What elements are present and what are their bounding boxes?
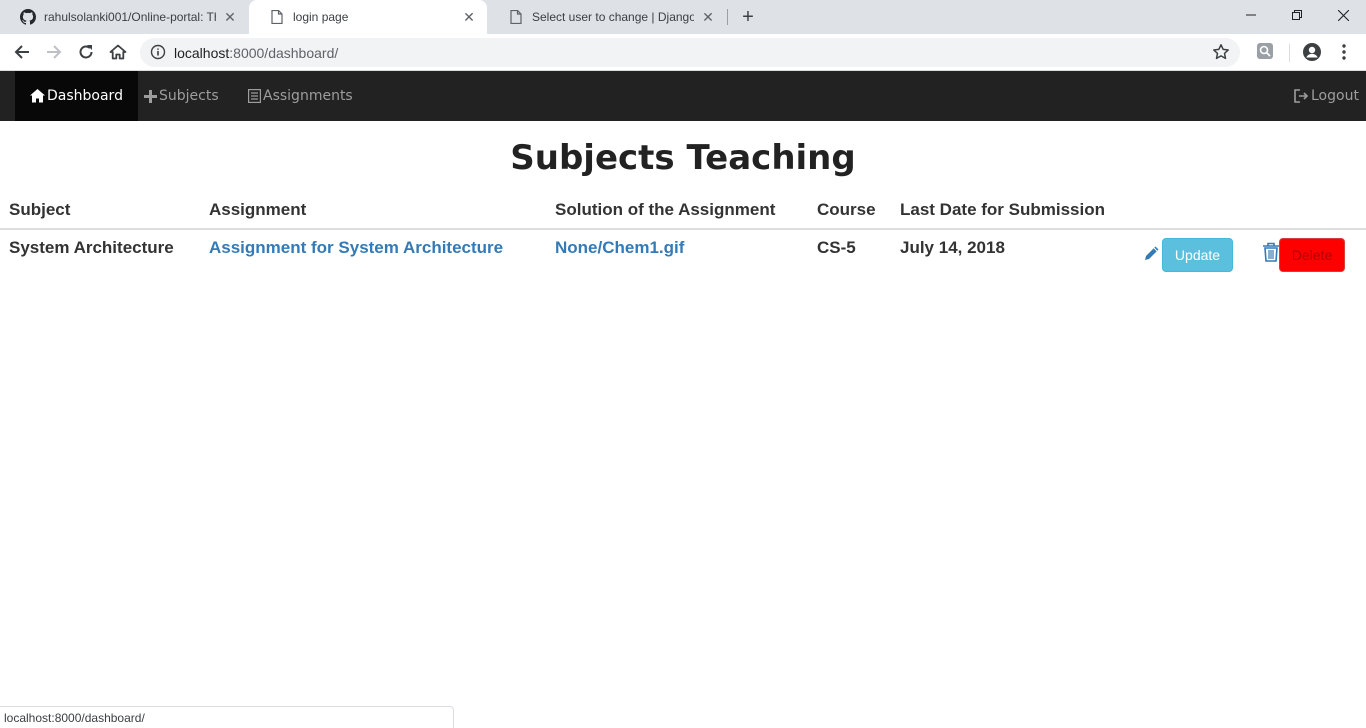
browser-toolbar: localhost:8000/dashboard/ [0,34,1366,71]
close-icon[interactable]: ✕ [461,9,477,25]
delete-button[interactable]: Delete [1279,238,1345,272]
nav-subjects-label: Subjects [159,88,219,104]
browser-tab-django[interactable]: Select user to change | Django si ✕ [488,0,726,34]
forward-arrow-icon[interactable] [42,40,66,64]
github-icon [20,9,36,25]
tab-title: login page [293,10,349,24]
nav-subjects[interactable]: Subjects [129,71,234,121]
window-close-icon[interactable] [1320,0,1366,30]
column-header-course: Course [808,190,891,230]
nav-dashboard-label: Dashboard [47,88,123,104]
browser-tab-strip: rahulsolanki001/Online-portal: Th ✕ logi… [0,0,1366,34]
column-header-assignment: Assignment [200,190,546,230]
page-title: Subjects Teaching [510,138,856,178]
nav-dashboard[interactable]: Dashboard [15,71,138,121]
column-header-actions [1131,190,1366,230]
nav-assignments[interactable]: Assignments [233,71,368,121]
plus-icon [144,89,157,103]
back-arrow-icon[interactable] [10,40,34,64]
cell-assignment: Assignment for System Architecture [200,229,546,269]
home-icon [30,89,45,103]
browser-tab-login[interactable]: login page ✕ [249,0,487,34]
table-header-row: Subject Assignment Solution of the Assig… [0,190,1366,230]
toolbar-separator [1289,44,1290,62]
nav-logout-label: Logout [1311,88,1359,104]
column-header-subject: Subject [0,190,200,230]
info-icon[interactable] [150,44,166,60]
cell-course: CS-5 [817,238,856,257]
assignment-link[interactable]: Assignment for System Architecture [209,238,503,257]
pencil-icon [1143,244,1161,262]
url-host: localhost [174,45,230,61]
logout-icon [1294,89,1309,103]
list-icon [248,89,261,103]
address-bar[interactable]: localhost:8000/dashboard/ [140,38,1240,67]
url-text: localhost:8000/dashboard/ [174,45,338,61]
close-icon[interactable]: ✕ [700,9,716,25]
cell-solution: None/Chem1.gif [546,229,808,269]
profile-icon[interactable] [1302,42,1322,62]
column-header-solution: Solution of the Assignment [546,190,808,230]
update-button[interactable]: Update [1162,238,1233,272]
app-navbar: Dashboard Subjects Assignments Logout [0,71,1366,121]
tab-title: Select user to change | Django si [532,10,694,24]
bookmark-star-icon[interactable] [1212,43,1230,61]
restore-icon[interactable] [1274,0,1320,30]
menu-dots-icon[interactable] [1336,42,1352,62]
tab-title: rahulsolanki001/Online-portal: Th [44,10,216,24]
status-url-bubble: localhost:8000/dashboard/ [0,706,454,728]
document-icon [269,9,285,25]
column-header-last-date: Last Date for Submission [891,190,1131,230]
document-icon [508,9,524,25]
nav-assignments-label: Assignments [263,88,353,104]
tab-separator [727,9,728,25]
trash-icon [1262,242,1280,262]
cell-last-date: July 14, 2018 [900,238,1005,257]
nav-logout[interactable]: Logout [1279,71,1366,121]
cell-subject: System Architecture [9,238,174,257]
browser-tab-github[interactable]: rahulsolanki001/Online-portal: Th ✕ [0,0,248,34]
extension-icon[interactable] [1256,42,1276,62]
close-icon[interactable]: ✕ [222,9,238,25]
solution-link[interactable]: None/Chem1.gif [555,238,684,257]
minimize-icon[interactable] [1228,0,1274,30]
reload-icon[interactable] [74,40,98,64]
home-icon[interactable] [106,40,130,64]
new-tab-button[interactable]: + [738,7,758,27]
url-path: :8000/dashboard/ [229,45,339,61]
